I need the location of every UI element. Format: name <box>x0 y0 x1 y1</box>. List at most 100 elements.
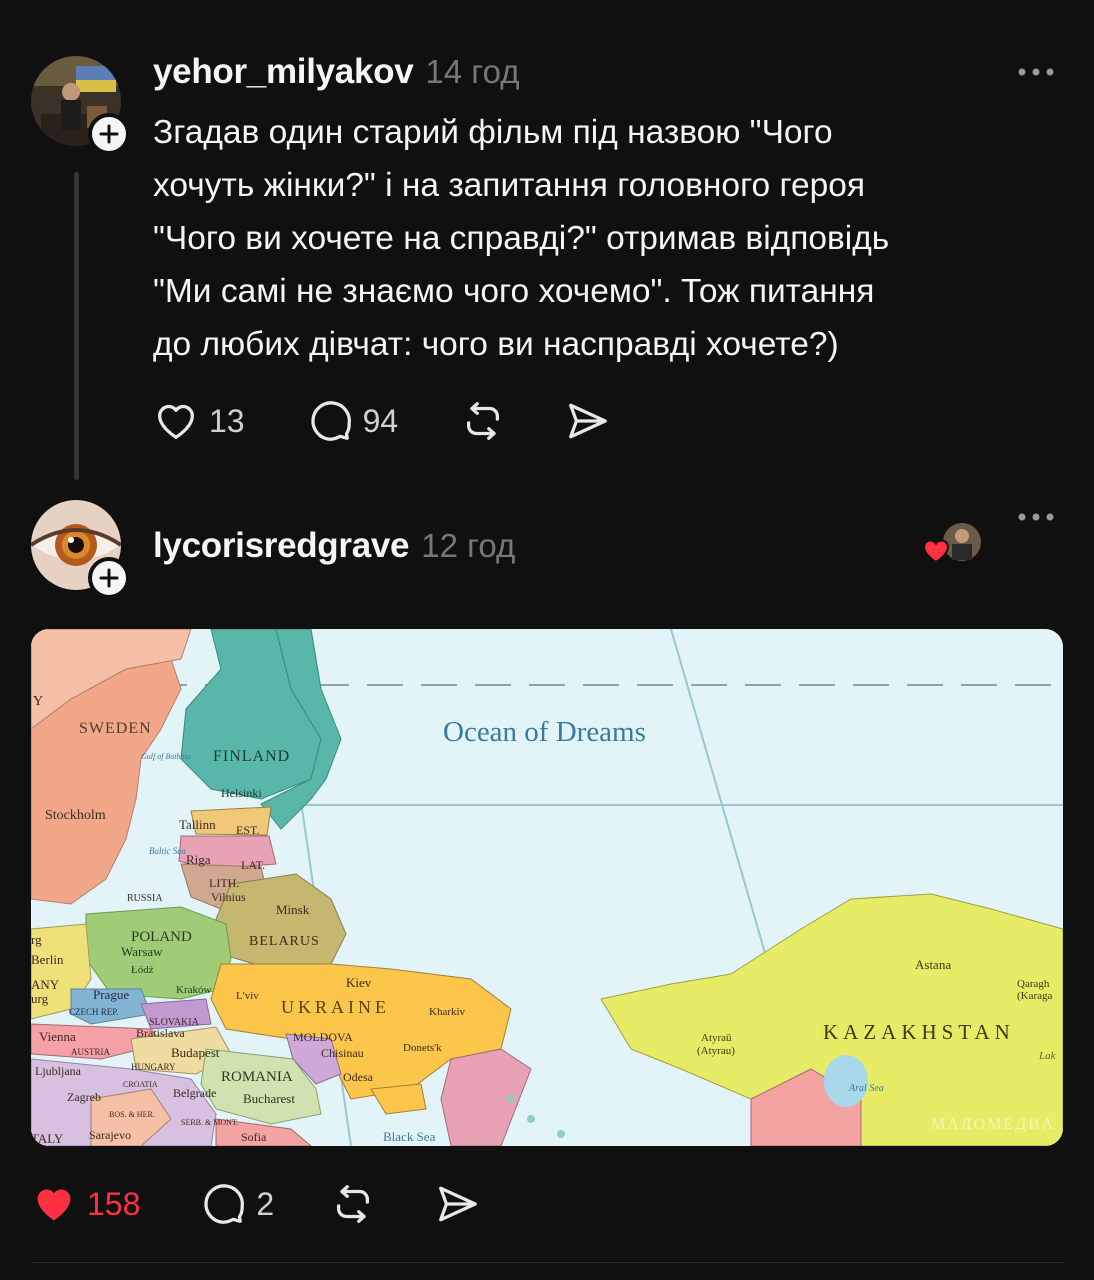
divider <box>31 1262 1063 1263</box>
plus-icon <box>99 124 119 144</box>
post-text: Згадав один старий фільм під назвою "Чог… <box>153 114 890 363</box>
like-button[interactable]: 13 <box>153 398 245 444</box>
repost-icon <box>467 402 500 440</box>
map-label: Lak <box>1038 1050 1057 1062</box>
reply-button[interactable]: 94 <box>307 398 399 444</box>
send-icon <box>439 1186 478 1222</box>
map-label: Minsk <box>276 902 310 917</box>
repost-button[interactable] <box>330 1181 376 1227</box>
liked-by-indicator[interactable] <box>920 520 984 568</box>
map-label: FINLAND <box>213 748 290 765</box>
map-label: LITH. <box>209 876 239 890</box>
map-label: Warsaw <box>121 944 163 959</box>
repost-icon <box>337 1185 370 1223</box>
follow-button-yehor[interactable] <box>88 113 130 155</box>
map-label: Kiev <box>346 975 372 990</box>
repost-button[interactable] <box>460 398 506 444</box>
map-label: (Atyrau) <box>697 1045 735 1057</box>
map-label: Atyraū <box>701 1032 732 1044</box>
map-label: МАЛОМЕДИА <box>931 1116 1055 1133</box>
map-label: Vilnius <box>211 890 246 904</box>
map-label: AUSTRIA <box>71 1047 111 1057</box>
map-label: Tallinn <box>179 817 216 832</box>
heart-filled-icon <box>37 1189 71 1221</box>
post-actions: 13 94 <box>153 398 610 444</box>
follow-button-lycoris[interactable] <box>88 557 130 599</box>
post-image-map[interactable]: Ocean of Dreams SWEDEN FINLAND Helsinki … <box>31 629 1063 1146</box>
share-button[interactable] <box>564 398 610 444</box>
map-label: Donets'k <box>403 1042 442 1054</box>
like-button[interactable]: 158 <box>31 1181 140 1227</box>
map-label: LAT. <box>241 858 265 872</box>
map-label: BELARUS <box>249 934 320 949</box>
timestamp: 12 год <box>421 527 516 564</box>
map-label: rg <box>31 932 42 947</box>
map-label: Odesa <box>343 1070 374 1084</box>
map-label: Gulf of Bothnia <box>141 752 191 761</box>
map-label: Zagreb <box>67 1090 101 1104</box>
post-header: yehor_milyakov 14 год <box>153 52 519 92</box>
map-label: TALY <box>31 1131 64 1146</box>
reply-button[interactable]: 2 <box>200 1181 274 1227</box>
more-options-icon[interactable] <box>1016 509 1056 525</box>
map-label: L'viv <box>236 990 259 1002</box>
map-label: Stockholm <box>45 808 106 823</box>
map-label: POLAND <box>131 929 192 945</box>
map-label: Helsinki <box>221 786 262 800</box>
map-label: BOS. & HER. <box>109 1110 155 1119</box>
map-label: RUSSIA <box>127 893 163 904</box>
map-label: Astana <box>915 957 951 972</box>
more-options-icon[interactable] <box>1016 64 1056 80</box>
post-actions: 158 2 <box>31 1181 480 1227</box>
map-label: CZECH REP. <box>69 1007 119 1017</box>
heart-icon <box>922 539 950 564</box>
thread-line <box>74 172 79 480</box>
map-label: Black Sea <box>383 1129 436 1144</box>
map-label: Łódź <box>131 964 154 976</box>
map-label: ROMANIA <box>221 1069 293 1085</box>
map-label: Y <box>33 694 43 709</box>
map-label: Bucharest <box>243 1091 295 1106</box>
map-label: Berlin <box>31 952 64 967</box>
map-label: Kraków <box>176 984 211 996</box>
map-ocean-label: Ocean of Dreams <box>443 716 646 748</box>
map-label: MOLDOVA <box>293 1030 353 1044</box>
username[interactable]: yehor_milyakov <box>153 52 414 92</box>
map-label: Bratislava <box>136 1026 185 1040</box>
timestamp: 14 год <box>425 53 520 90</box>
map-label: EST. <box>236 823 259 837</box>
map-label: Chisinau <box>321 1046 364 1060</box>
map-label: (Karaga <box>1017 990 1053 1002</box>
map-label: Vienna <box>39 1029 76 1044</box>
map-label: Sarajevo <box>89 1128 131 1142</box>
reply-count: 94 <box>362 402 399 439</box>
heart-icon <box>158 404 194 439</box>
map-label: SERB. & MONT. <box>181 1118 238 1127</box>
map-label: Budapest <box>171 1045 220 1060</box>
comment-icon <box>204 1184 245 1224</box>
map-label: Sofia <box>241 1130 267 1144</box>
map-label: urg <box>31 991 49 1006</box>
map-label: Belgrade <box>173 1086 216 1100</box>
map-label: ANY <box>31 977 60 992</box>
map-label: Baltic Sea <box>149 846 186 856</box>
map-label: Aral Sea <box>848 1083 884 1094</box>
map-label: Kharkiv <box>429 1006 466 1018</box>
share-button[interactable] <box>434 1181 480 1227</box>
post-header: lycorisredgrave 12 год <box>153 526 515 566</box>
plus-icon <box>99 568 119 588</box>
send-icon <box>569 403 608 439</box>
map-label: KAZAKHSTAN <box>823 1020 1015 1044</box>
like-count: 158 <box>87 1185 141 1222</box>
like-count: 13 <box>209 402 245 439</box>
map-label: HUNGARY <box>131 1062 176 1072</box>
username[interactable]: lycorisredgrave <box>153 526 410 566</box>
map-label: Riga <box>186 852 211 867</box>
map-label: Ljubljana <box>35 1064 82 1078</box>
reply-count: 2 <box>256 1185 275 1222</box>
map-label: Prague <box>93 987 129 1002</box>
map-label: SWEDEN <box>79 720 152 737</box>
comment-icon <box>310 401 351 441</box>
map-label: CROATIA <box>123 1080 158 1089</box>
map-label: UKRAINE <box>281 997 390 1017</box>
